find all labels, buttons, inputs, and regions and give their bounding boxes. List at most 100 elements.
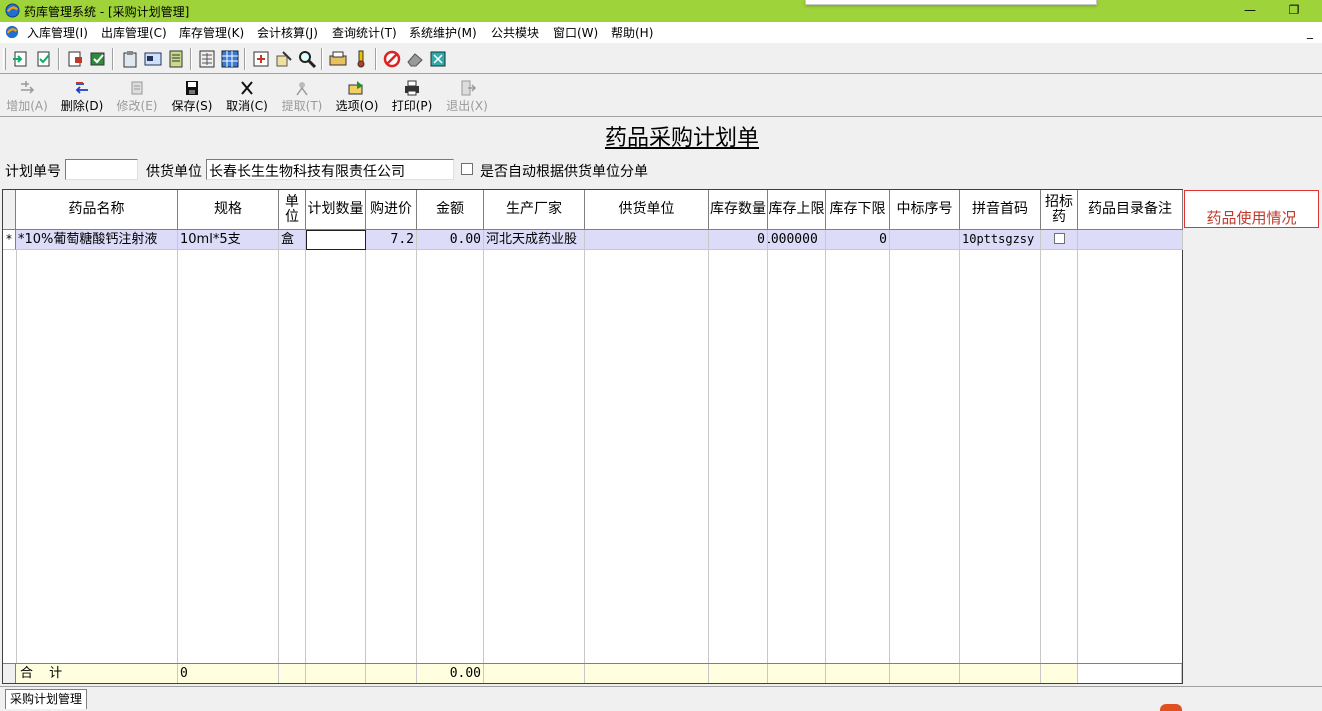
calculator-icon[interactable] bbox=[198, 50, 216, 68]
header-stock-max[interactable]: 库存上限 bbox=[768, 190, 826, 230]
restore-button[interactable]: ❐ bbox=[1284, 2, 1304, 18]
header-stock-qty[interactable]: 库存数量 bbox=[709, 190, 768, 230]
header-bid-drug[interactable]: 招标药 bbox=[1041, 190, 1078, 230]
extract-icon bbox=[296, 82, 308, 96]
window-title: 药库管理系统 - [采购计划管理] bbox=[24, 5, 190, 19]
totals-plan-qty bbox=[306, 664, 366, 683]
row-indicator[interactable]: * bbox=[3, 230, 16, 250]
cell-stock-min[interactable]: 0 bbox=[826, 230, 890, 250]
options-button[interactable]: 选项(O) bbox=[331, 78, 383, 114]
cancel-button[interactable]: 取消(C) bbox=[221, 78, 273, 114]
menu-system-maintenance[interactable]: 系统维护(M) bbox=[409, 24, 477, 41]
menu-window[interactable]: 窗口(W) bbox=[553, 24, 598, 41]
purchase-plan-grid[interactable]: 药品名称 规格 单位 计划数量 购进价 金额 生产厂家 供货单位 库存数量 库存… bbox=[2, 189, 1183, 684]
cell-unit[interactable]: 盒 bbox=[279, 230, 306, 250]
cell-spec[interactable]: 10ml*5支 bbox=[178, 230, 279, 250]
ledger-icon[interactable] bbox=[167, 50, 185, 68]
cell-drug-name[interactable]: *10%葡萄糖酸钙注射液 bbox=[16, 230, 178, 250]
minimize-button[interactable]: — bbox=[1240, 2, 1260, 18]
search-icon[interactable] bbox=[298, 50, 316, 68]
status-bar: 采购计划管理 bbox=[0, 686, 1322, 711]
header-price[interactable]: 购进价 bbox=[366, 190, 417, 230]
header-plan-qty[interactable]: 计划数量 bbox=[306, 190, 366, 230]
toolbar-separator bbox=[58, 48, 60, 70]
header-drug-name[interactable]: 药品名称 bbox=[16, 190, 178, 230]
header-pinyin[interactable]: 拼音首码 bbox=[960, 190, 1041, 230]
outbound-check-icon[interactable] bbox=[89, 50, 107, 68]
exit-button[interactable]: 退出(X) bbox=[441, 78, 493, 114]
inbound-check-icon[interactable] bbox=[35, 50, 53, 68]
cell-stock-max[interactable]: 1000000 bbox=[768, 230, 826, 250]
header-bid-no[interactable]: 中标序号 bbox=[890, 190, 960, 230]
mdi-minimize-button[interactable]: _ bbox=[1307, 25, 1313, 39]
auto-split-checkbox[interactable] bbox=[461, 163, 473, 175]
extract-button[interactable]: 提取(T) bbox=[276, 78, 328, 114]
header-manufacturer[interactable]: 生产厂家 bbox=[484, 190, 585, 230]
cell-manufacturer[interactable]: 河北天成药业股 bbox=[484, 230, 585, 250]
tab-purchase-plan[interactable]: 采购计划管理 bbox=[5, 689, 88, 709]
header-spec[interactable]: 规格 bbox=[178, 190, 279, 230]
supplier-label: 供货单位 bbox=[146, 164, 202, 180]
menu-inbound[interactable]: 入库管理(I) bbox=[27, 24, 88, 41]
outbound-entry-icon[interactable] bbox=[66, 50, 84, 68]
stop-icon[interactable] bbox=[383, 50, 401, 68]
cell-stock-qty[interactable]: 0 bbox=[709, 230, 768, 250]
totals-stock-qty bbox=[709, 664, 768, 683]
grid-column-line bbox=[825, 190, 826, 683]
grid-totals-row: 合 计 0 0.00 bbox=[3, 663, 1182, 683]
cell-supplier[interactable] bbox=[585, 230, 709, 250]
mdi-child-icon[interactable] bbox=[5, 25, 19, 39]
bid-drug-checkbox[interactable] bbox=[1053, 233, 1065, 244]
cell-amount[interactable]: 0.00 bbox=[417, 230, 484, 250]
eraser-icon[interactable] bbox=[406, 50, 424, 68]
menu-accounting[interactable]: 会计核算(J) bbox=[257, 24, 318, 41]
print-button[interactable]: 打印(P) bbox=[386, 78, 438, 114]
toolbar-separator bbox=[321, 48, 323, 70]
totals-unit bbox=[279, 664, 306, 683]
inbound-entry-icon[interactable] bbox=[12, 50, 30, 68]
totals-stock-min bbox=[826, 664, 890, 683]
menu-help[interactable]: 帮助(H) bbox=[611, 24, 653, 41]
cell-bid-drug[interactable] bbox=[1041, 230, 1078, 250]
menu-inventory[interactable]: 库存管理(K) bbox=[179, 24, 244, 41]
exit-icon bbox=[461, 80, 476, 96]
thermometer-icon[interactable] bbox=[352, 50, 370, 68]
totals-bid-drug bbox=[1041, 664, 1078, 683]
add-button[interactable]: 增加(A) bbox=[1, 78, 53, 114]
stock-tools-icon[interactable] bbox=[275, 50, 293, 68]
menu-common-module[interactable]: 公共模块 bbox=[491, 24, 539, 41]
auto-split-label: 是否自动根据供货单位分单 bbox=[480, 164, 648, 180]
printer-folder-icon[interactable] bbox=[329, 50, 347, 68]
tray-app-icon[interactable] bbox=[1160, 704, 1182, 711]
app-logo-icon bbox=[5, 3, 20, 18]
menu-outbound[interactable]: 出库管理(C) bbox=[101, 24, 167, 41]
modify-button[interactable]: 修改(E) bbox=[111, 78, 163, 114]
cell-pinyin[interactable]: 10pttsgzsy bbox=[960, 230, 1041, 250]
drug-usage-panel[interactable]: 药品使用情况 bbox=[1184, 190, 1319, 228]
save-icon bbox=[186, 81, 198, 95]
save-button[interactable]: 保存(S) bbox=[166, 78, 218, 114]
totals-bid-no bbox=[890, 664, 960, 683]
spreadsheet-icon[interactable] bbox=[221, 50, 239, 68]
popup-window-edge bbox=[805, 0, 1097, 5]
delete-button[interactable]: 删除(D) bbox=[56, 78, 108, 114]
cell-bid-no[interactable] bbox=[890, 230, 960, 250]
grid-column-line bbox=[1077, 190, 1078, 683]
title-bar: 药库管理系统 - [采购计划管理] — ❐ bbox=[0, 0, 1322, 22]
header-catalog-remark[interactable]: 药品目录备注 bbox=[1078, 190, 1183, 230]
add-plan-icon[interactable] bbox=[252, 50, 270, 68]
cell-plan-qty-editor[interactable] bbox=[306, 230, 366, 250]
cancel-icon bbox=[241, 81, 253, 95]
cell-price[interactable]: 7.2 bbox=[366, 230, 417, 250]
header-stock-min[interactable]: 库存下限 bbox=[826, 190, 890, 230]
header-unit[interactable]: 单位 bbox=[279, 190, 306, 230]
exit-door-icon[interactable] bbox=[429, 50, 447, 68]
cell-catalog-remark[interactable] bbox=[1078, 230, 1183, 250]
header-amount[interactable]: 金额 bbox=[417, 190, 484, 230]
plan-number-input[interactable] bbox=[65, 159, 138, 180]
clipboard-icon[interactable] bbox=[121, 50, 139, 68]
supplier-input[interactable]: 长春长生生物科技有限责任公司 bbox=[206, 159, 454, 180]
menu-query-stats[interactable]: 查询统计(T) bbox=[332, 24, 397, 41]
header-supplier[interactable]: 供货单位 bbox=[585, 190, 709, 230]
report-card-icon[interactable] bbox=[144, 50, 162, 68]
